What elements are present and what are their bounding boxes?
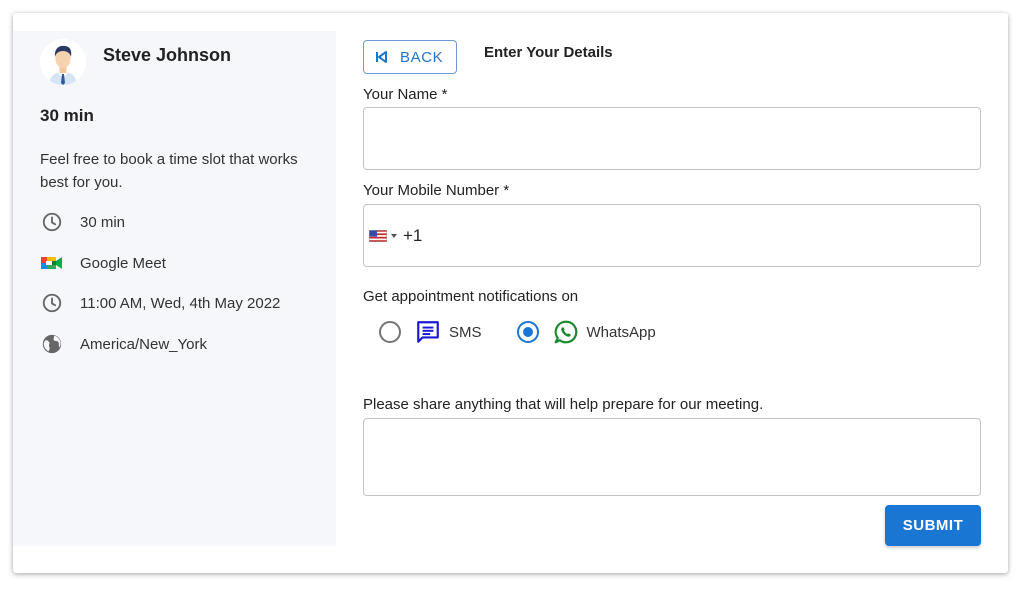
sms-radio[interactable] [379, 321, 401, 343]
host-name: Steve Johnson [103, 45, 232, 65]
sms-label: SMS [449, 323, 482, 341]
detail-duration-text: 30 min [80, 213, 126, 231]
detail-location-text: Google Meet [80, 254, 166, 272]
notes-label: Please share anything that will help pre… [363, 396, 764, 413]
whatsapp-label: WhatsApp [586, 323, 656, 341]
event-description: Feel free to book a time slot that works… [40, 151, 298, 191]
name-label: Your Name * [363, 86, 448, 103]
detail-location: Google Meet [40, 251, 166, 275]
detail-datetime-text: 11:00 AM, Wed, 4th May 2022 [80, 294, 281, 312]
notification-option-whatsapp[interactable]: WhatsApp [516, 319, 656, 345]
back-button[interactable]: BACK [363, 40, 457, 74]
name-input[interactable] [363, 107, 981, 170]
detail-timezone: America/New_York [40, 332, 207, 356]
person-avatar-icon [40, 39, 86, 85]
notification-option-sms[interactable]: SMS [379, 319, 482, 345]
whatsapp-radio[interactable] [516, 321, 539, 343]
notes-textarea[interactable] [363, 418, 981, 496]
globe-icon [40, 332, 64, 356]
clock-icon [40, 291, 64, 315]
clock-icon [40, 210, 64, 234]
event-duration-title: 30 min [40, 106, 94, 125]
submit-button[interactable]: SUBMIT [885, 505, 981, 546]
detail-datetime: 11:00 AM, Wed, 4th May 2022 [40, 291, 280, 315]
form-heading: Enter Your Details [484, 44, 613, 61]
dial-code: +1 [403, 225, 423, 245]
mobile-label: Your Mobile Number * [363, 182, 510, 199]
country-code-select[interactable] [369, 229, 397, 242]
notification-channel-group: SMS WhatsApp [379, 319, 656, 345]
mobile-number-field[interactable]: +1 [363, 204, 981, 267]
us-flag-icon [369, 229, 387, 242]
skip-previous-icon [376, 51, 387, 63]
event-summary-panel: Steve Johnson 30 min Feel free to book a… [13, 31, 336, 546]
detail-timezone-text: America/New_York [80, 335, 207, 353]
google-meet-icon [40, 251, 64, 275]
detail-duration: 30 min [40, 210, 125, 234]
whatsapp-icon [553, 319, 579, 345]
notifications-label: Get appointment notifications on [363, 288, 579, 305]
back-button-label: BACK [400, 48, 444, 66]
sms-icon [415, 319, 441, 345]
chevron-down-icon [391, 233, 397, 238]
booking-card: Steve Johnson 30 min Feel free to book a… [13, 13, 1008, 573]
